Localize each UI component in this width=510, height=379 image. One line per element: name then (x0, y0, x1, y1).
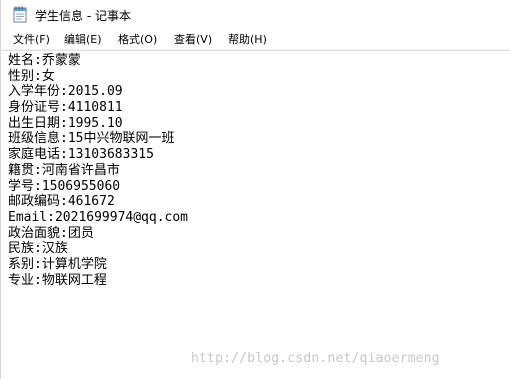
text-editor-area[interactable]: 姓名:乔蒙蒙 性别:女 入学年份:2015.09 身份证号:4110811 出生… (1, 50, 510, 379)
text-line-student-id: 学号:1506955060 (8, 178, 121, 194)
watermark-url: http://blog.csdn.net/qiaoermeng (191, 351, 440, 366)
notepad-icon (13, 6, 27, 23)
text-line-ethnicity: 民族:汉族 (8, 241, 68, 257)
text-line-postal-code: 邮政编码:461672 (8, 194, 115, 210)
menu-file[interactable]: 文件(F) (13, 32, 50, 47)
text-line-native-place: 籍贯:河南省许昌市 (8, 162, 120, 178)
menu-format[interactable]: 格式(O) (118, 32, 157, 47)
menu-bar: 文件(F) 编辑(E) 格式(O) 查看(V) 帮助(H) (1, 30, 510, 50)
text-line-id-number: 身份证号:4110811 (8, 100, 123, 116)
menu-help[interactable]: 帮助(H) (228, 32, 267, 47)
text-line-political-status: 政治面貌:团员 (8, 225, 94, 241)
text-line-home-phone: 家庭电话:13103683315 (8, 147, 154, 163)
document-text: 姓名:乔蒙蒙 性别:女 入学年份:2015.09 身份证号:4110811 出生… (8, 53, 188, 288)
title-bar: 学生信息 - 记事本 (1, 0, 510, 30)
text-line-birth-date: 出生日期:1995.10 (8, 115, 123, 131)
window-title: 学生信息 - 记事本 (35, 9, 131, 23)
text-line-email: Email:2021699974@qq.com (8, 209, 189, 225)
menu-view[interactable]: 查看(V) (174, 32, 212, 47)
text-line-gender: 性别:女 (8, 68, 55, 84)
text-line-name: 姓名:乔蒙蒙 (8, 53, 81, 68)
text-line-major: 专业:物联网工程 (8, 272, 107, 288)
text-line-enrollment-year: 入学年份:2015.09 (8, 84, 123, 100)
notepad-window: 学生信息 - 记事本 文件(F) 编辑(E) 格式(O) 查看(V) 帮助(H)… (0, 0, 510, 379)
menu-edit[interactable]: 编辑(E) (64, 32, 102, 47)
text-line-department: 系别:计算机学院 (8, 256, 107, 272)
text-line-class-info: 班级信息:15中兴物联网一班 (8, 131, 175, 147)
